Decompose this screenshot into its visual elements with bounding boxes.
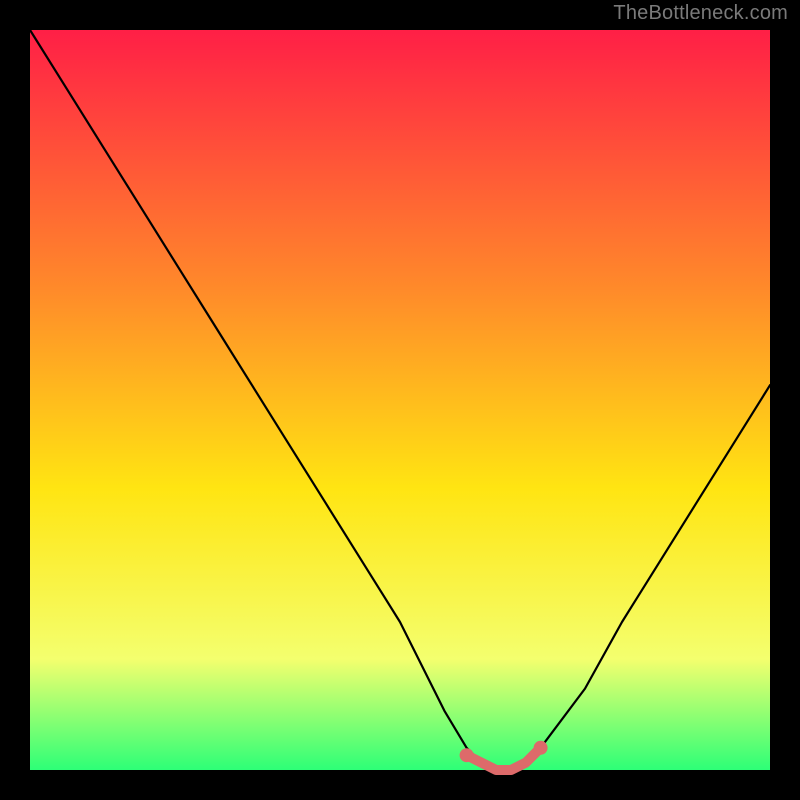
watermark-text: TheBottleneck.com (613, 2, 788, 25)
recommended-range-start-dot (460, 748, 474, 762)
chart-stage: TheBottleneck.com (0, 0, 800, 800)
chart-background (30, 30, 770, 770)
bottleneck-chart (0, 0, 800, 800)
recommended-range-end-dot (534, 741, 548, 755)
